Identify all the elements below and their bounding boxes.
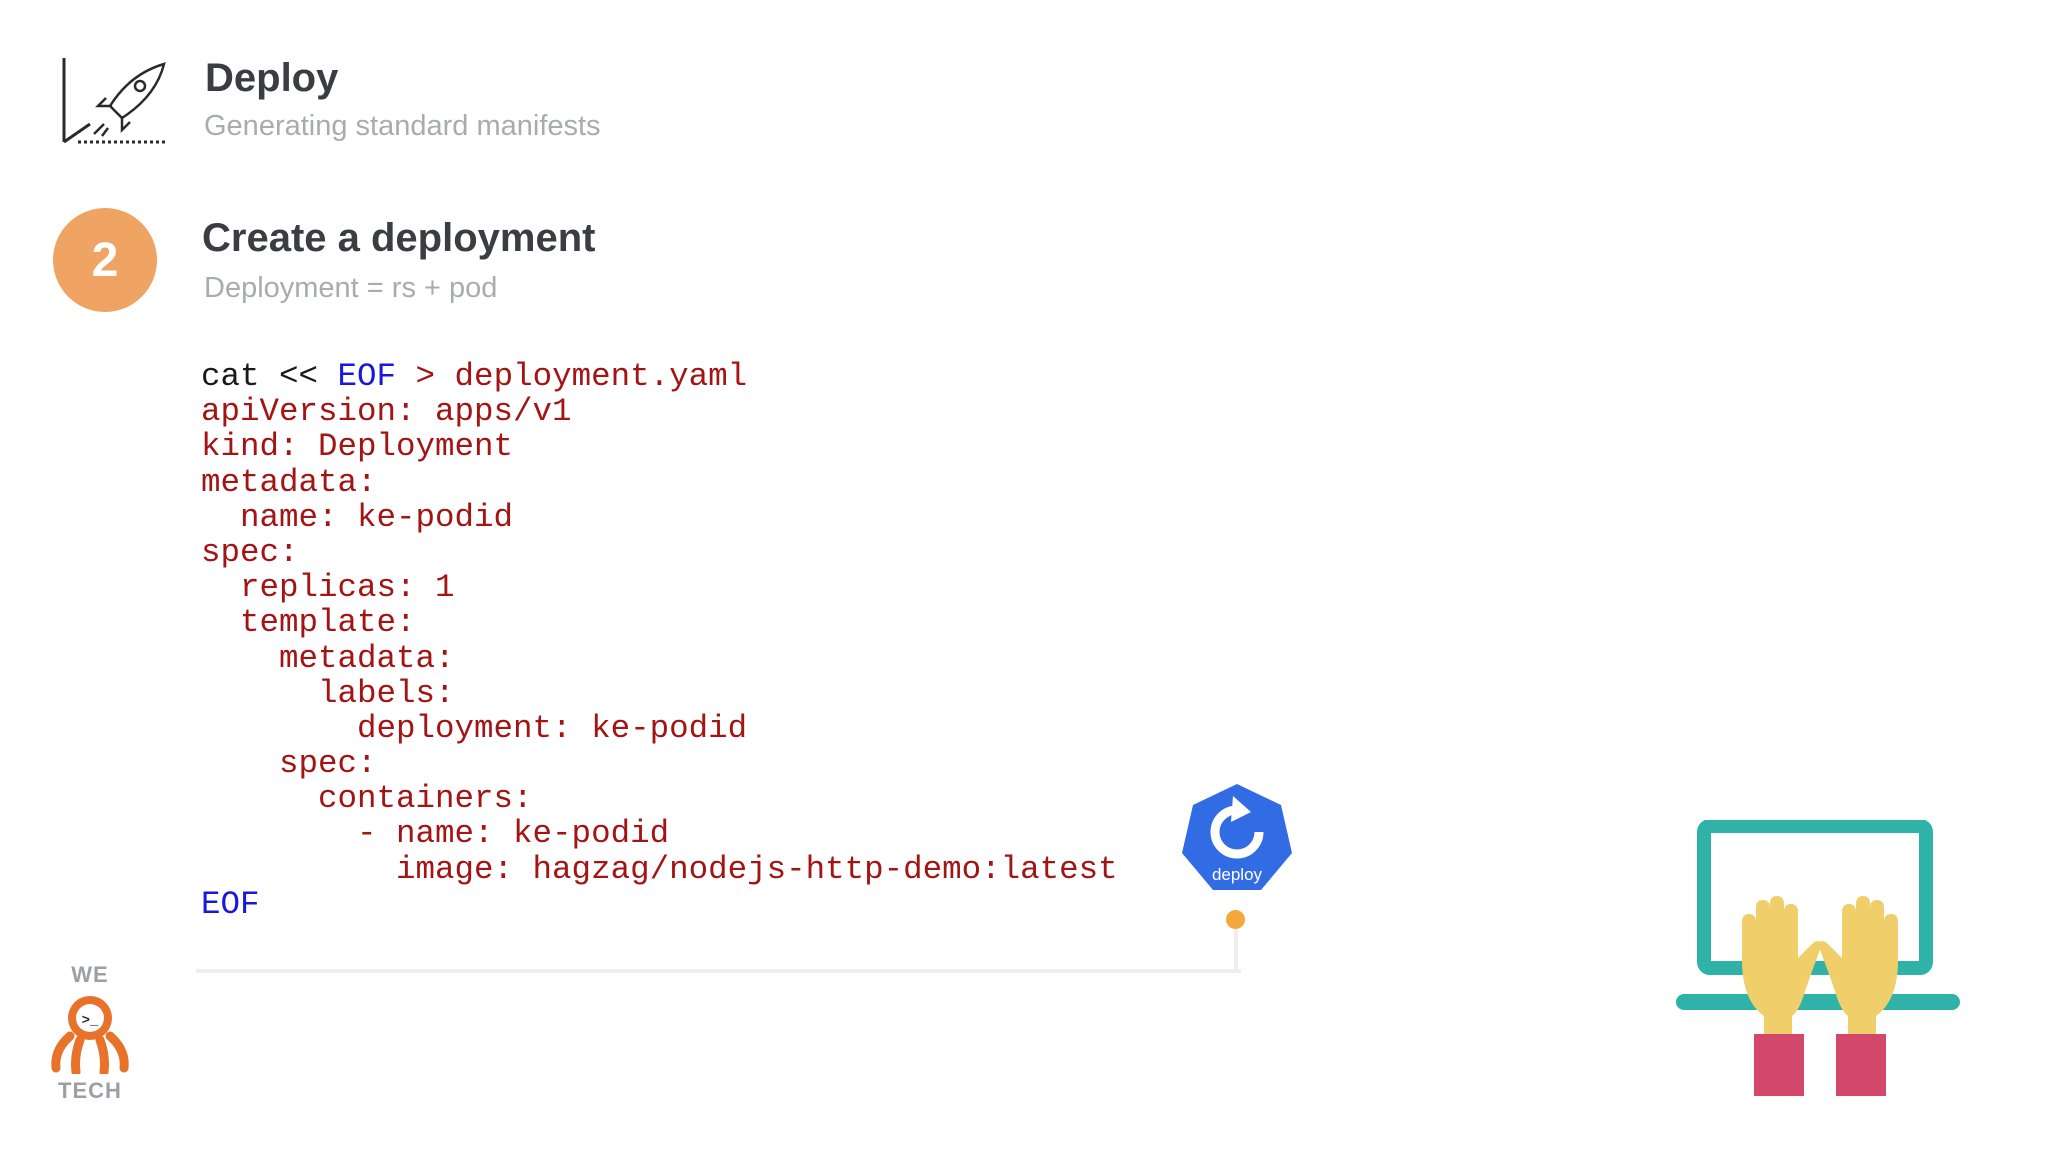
code-line: name: ke-podid — [201, 498, 514, 536]
code-line: metadata: — [201, 639, 455, 677]
code-line: spec: — [201, 745, 377, 783]
kubernetes-deploy-icon: deploy — [1181, 782, 1293, 894]
timeline-dot — [1226, 910, 1245, 929]
deploy-badge-label: deploy — [1212, 865, 1263, 884]
octopus-logo-icon: >_ — [50, 992, 130, 1077]
code-line: metadata: — [201, 463, 377, 501]
code-line: apiVersion: apps/v1 — [201, 393, 572, 431]
timeline-line — [196, 969, 1241, 973]
rocket-chart-icon — [60, 56, 172, 148]
code-line: replicas: 1 — [201, 569, 455, 607]
code-block: cat << EOF > deployment.yaml apiVersion: … — [201, 359, 1118, 922]
code-line: deployment: ke-podid — [201, 709, 748, 747]
code-line: containers: — [201, 780, 533, 818]
logo-text-bottom: TECH — [58, 1078, 122, 1103]
code-line: labels: — [201, 674, 455, 712]
step-number-badge: 2 — [53, 208, 157, 312]
code-redirect: > deployment.yaml — [396, 358, 748, 395]
timeline-connector — [1234, 924, 1238, 973]
code-command: cat << — [201, 358, 338, 395]
code-line: - name: ke-podid — [201, 815, 670, 853]
code-line: kind: Deployment — [201, 428, 514, 466]
code-line: spec: — [201, 533, 299, 571]
page-title: Deploy — [205, 56, 339, 100]
step-subtitle: Deployment = rs + pod — [204, 272, 498, 304]
code-line: cat << EOF > deployment.yaml — [201, 359, 1118, 394]
we-tech-logo: WE >_ TECH — [44, 962, 136, 1106]
code-keyword: EOF — [337, 358, 397, 395]
logo-text-top: WE — [71, 962, 109, 987]
page-subtitle: Generating standard manifests — [204, 110, 601, 142]
laptop-typing-hands-icon — [1672, 819, 1964, 1100]
code-line: template: — [201, 604, 416, 642]
svg-text:>_: >_ — [82, 1013, 99, 1029]
code-line: image: hagzag/nodejs-http-demo:latest — [201, 850, 1118, 888]
code-end-keyword: EOF — [201, 885, 260, 923]
step-title: Create a deployment — [202, 216, 596, 260]
